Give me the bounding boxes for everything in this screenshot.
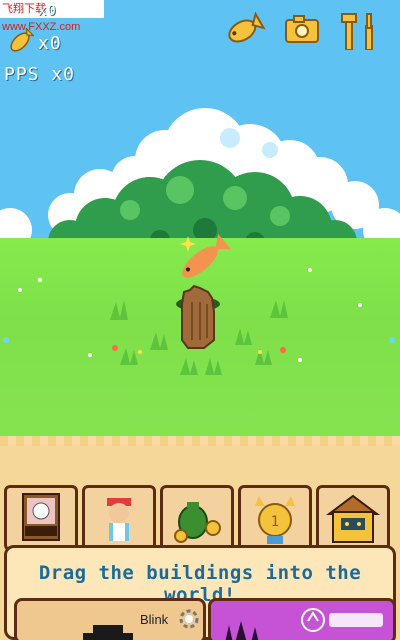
game-scene: 飞翔下载 www.FXXZ.com x0 x0 PPS x0 1 Drag th… [0, 0, 400, 640]
castle-silhouette-icon [225, 621, 259, 640]
farmer-icon [107, 498, 131, 541]
building-slot-cat-house[interactable] [316, 485, 390, 551]
fxxz-logo-icon [301, 608, 383, 632]
building-slot-farmer[interactable] [82, 485, 156, 551]
camera-icon[interactable] [282, 12, 326, 52]
cat-sign-icon [22, 493, 60, 541]
building-tray: 1 [0, 485, 400, 553]
golden-fish-icon[interactable] [222, 10, 266, 50]
fish-icon [10, 28, 34, 52]
building-slot-cat-sign[interactable] [4, 485, 78, 551]
cat-house-icon [326, 494, 380, 543]
cat-medal-icon: 1 [255, 496, 295, 544]
building-slot-money-bag[interactable] [160, 485, 234, 551]
svg-text:1: 1 [271, 514, 279, 530]
settings-tools-icon[interactable] [338, 10, 382, 50]
building-slot-cat-medal[interactable]: 1 [238, 485, 312, 551]
blink-label: Blink [140, 612, 169, 627]
pet-spot[interactable] [160, 232, 240, 357]
gear-icon[interactable] [178, 608, 200, 630]
money-bag-icon [174, 502, 221, 543]
top-counter: x0 [38, 3, 57, 19]
fish-counter: x0 [38, 33, 62, 54]
next-building-card[interactable] [208, 598, 396, 640]
pps-counter: PPS x0 [4, 64, 76, 85]
blink-building-icon [83, 625, 133, 640]
